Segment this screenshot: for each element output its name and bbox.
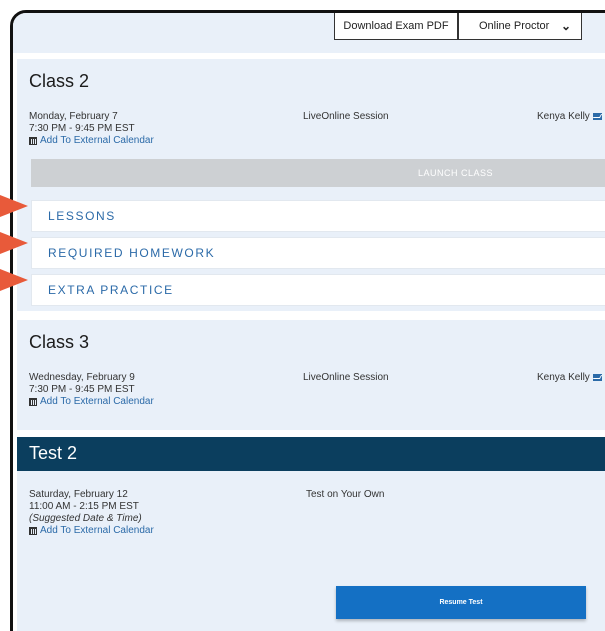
annotation-arrow-icon [0, 269, 28, 291]
instructor-name: Kenya Kelly [537, 111, 590, 122]
class-title: Class 2 [29, 71, 90, 91]
mail-icon[interactable] [592, 113, 602, 120]
test-type: Test on Your Own [306, 489, 385, 500]
resume-test-button[interactable]: Resume Test [336, 586, 586, 619]
screenshot-frame: Download Exam PDF Online Proctor ⌄ Class… [10, 10, 605, 631]
class-date: Wednesday, February 9 [29, 372, 135, 383]
suggested-note: (Suggested Date & Time) [29, 513, 142, 524]
add-to-calendar-link[interactable]: Add To External Calendar [29, 525, 154, 537]
add-to-calendar-label: Add To External Calendar [40, 135, 154, 146]
download-exam-pdf-button[interactable]: Download Exam PDF [334, 13, 458, 40]
calendar-icon [29, 398, 37, 406]
class-date: Monday, February 7 [29, 111, 118, 122]
add-to-calendar-label: Add To External Calendar [40, 396, 154, 407]
test-header: Test 2 [17, 437, 605, 471]
tab-extra-practice[interactable]: EXTRA PRACTICE [31, 274, 605, 306]
class-time: 7:30 PM - 9:45 PM EST [29, 123, 135, 134]
class-schedule: Wednesday, February 9 7:30 PM - 9:45 PM … [29, 372, 154, 408]
instructor-contact[interactable]: Kenya Kelly [537, 111, 602, 122]
add-to-calendar-link[interactable]: Add To External Calendar [29, 135, 154, 147]
tab-required-homework[interactable]: REQUIRED HOMEWORK [31, 237, 605, 269]
calendar-icon [29, 527, 37, 535]
tab-lessons[interactable]: LESSONS [31, 200, 605, 232]
session-type: LiveOnline Session [303, 111, 389, 122]
calendar-icon [29, 137, 37, 145]
add-to-calendar-link[interactable]: Add To External Calendar [29, 396, 154, 408]
test-time: 11:00 AM - 2:15 PM EST [29, 501, 139, 512]
class-card-3: Class 3 Wednesday, February 9 7:30 PM - … [17, 320, 605, 430]
session-type: LiveOnline Session [303, 372, 389, 383]
launch-class-button[interactable]: LAUNCH CLASS [31, 159, 605, 187]
test-card-2: Saturday, February 12 11:00 AM - 2:15 PM… [17, 471, 605, 631]
exam-toolbar: Download Exam PDF Online Proctor ⌄ [13, 13, 605, 53]
add-to-calendar-label: Add To External Calendar [40, 525, 154, 536]
class-time: 7:30 PM - 9:45 PM EST [29, 384, 135, 395]
class-card-2: Class 2 Monday, February 7 7:30 PM - 9:4… [17, 59, 605, 311]
annotation-arrow-icon [0, 195, 28, 217]
chevron-down-icon: ⌄ [560, 19, 571, 33]
test-schedule: Saturday, February 12 11:00 AM - 2:15 PM… [29, 489, 154, 537]
class-title: Class 3 [29, 332, 90, 352]
test-date: Saturday, February 12 [29, 489, 128, 500]
proctor-select[interactable]: Online Proctor ⌄ [458, 13, 582, 40]
instructor-contact[interactable]: Kenya Kelly [537, 372, 602, 383]
class-schedule: Monday, February 7 7:30 PM - 9:45 PM EST… [29, 111, 154, 147]
annotation-arrow-icon [0, 232, 28, 254]
proctor-select-value: Online Proctor [479, 20, 550, 32]
test-title: Test 2 [29, 443, 78, 463]
mail-icon[interactable] [592, 374, 602, 381]
instructor-name: Kenya Kelly [537, 372, 590, 383]
